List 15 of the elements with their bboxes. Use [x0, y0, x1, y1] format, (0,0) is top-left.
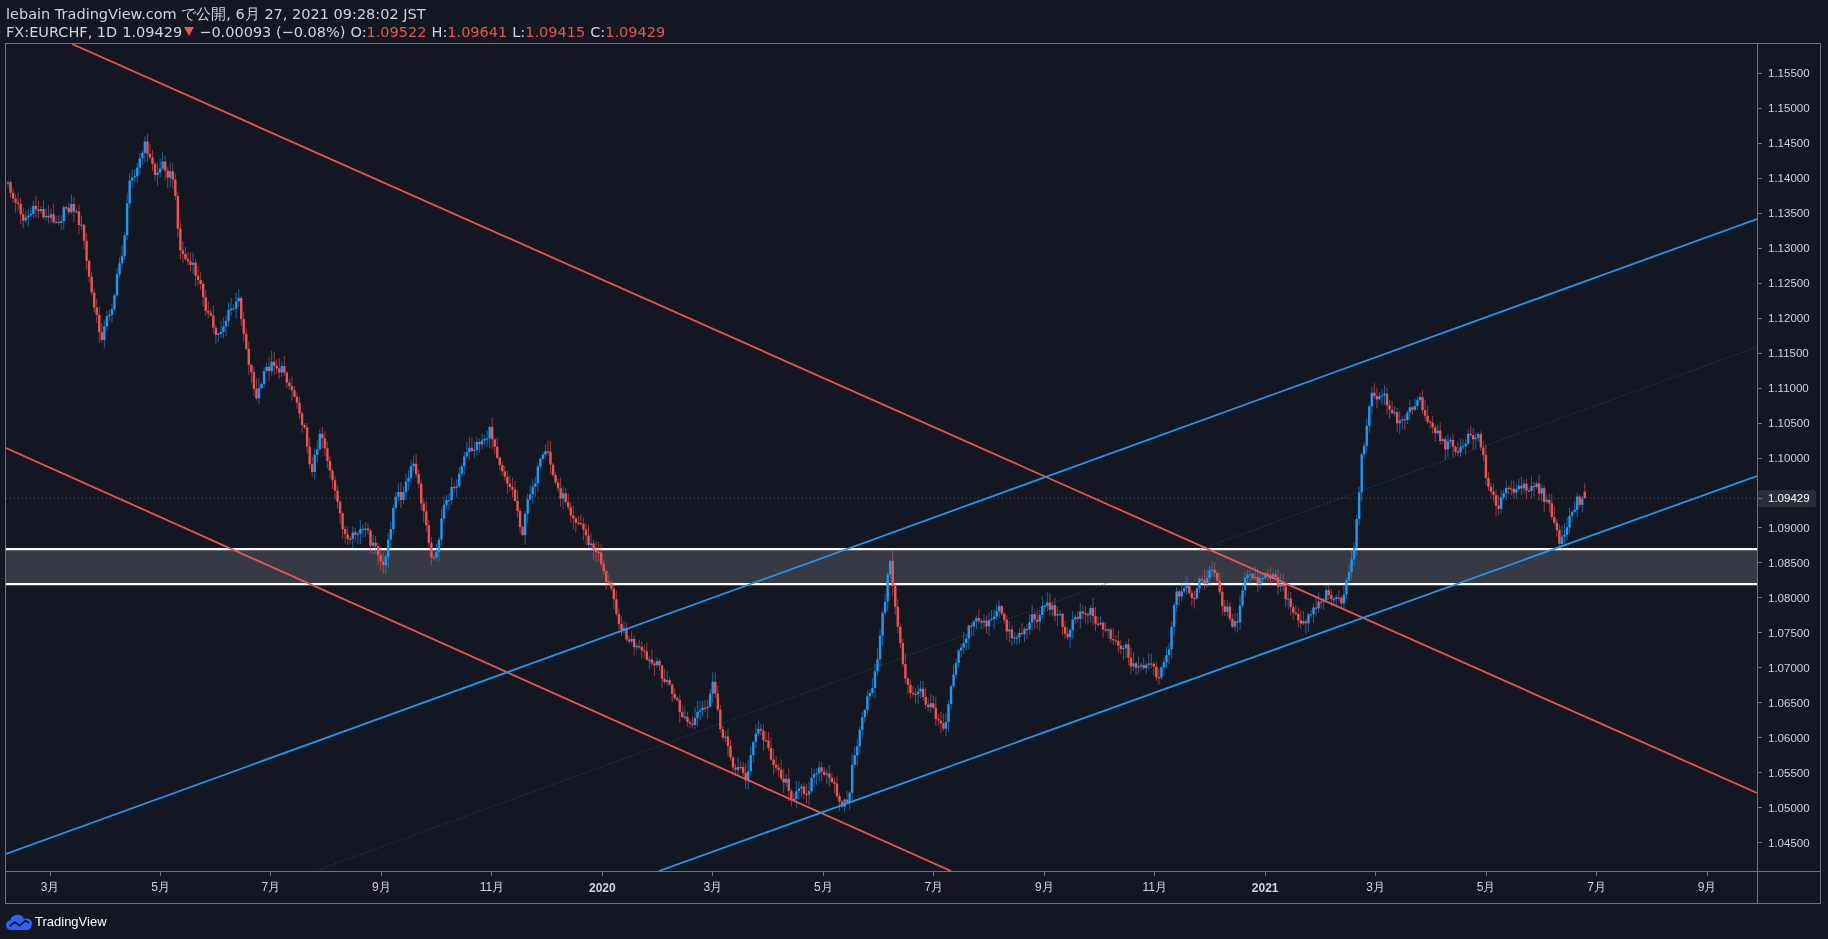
- publish-info: lebain TradingView.com で公開, 6月 27, 2021 09:28:02 JST: [6, 5, 426, 24]
- last-price: 1.09429: [122, 23, 183, 40]
- price-change: −0.00093 (−0.08%): [199, 23, 346, 40]
- ohlc-label: H:: [431, 23, 448, 40]
- ohlc-value: 1.09429: [605, 23, 666, 40]
- cloud-logo-icon: [6, 913, 32, 930]
- ohlc-value: 1.09522: [366, 23, 427, 40]
- logo-text: TradingView: [35, 914, 107, 929]
- symbol-label: FX:EURCHF, 1D: [6, 23, 118, 40]
- ohlc-value: 1.09641: [447, 23, 508, 40]
- last-price-label: 1.09429: [1758, 489, 1816, 507]
- ohlc-label: O:: [350, 23, 367, 40]
- ohlc-label: L:: [512, 23, 526, 40]
- ohlc-label: C:: [590, 23, 606, 40]
- ohlc-value: 1.09415: [525, 23, 586, 40]
